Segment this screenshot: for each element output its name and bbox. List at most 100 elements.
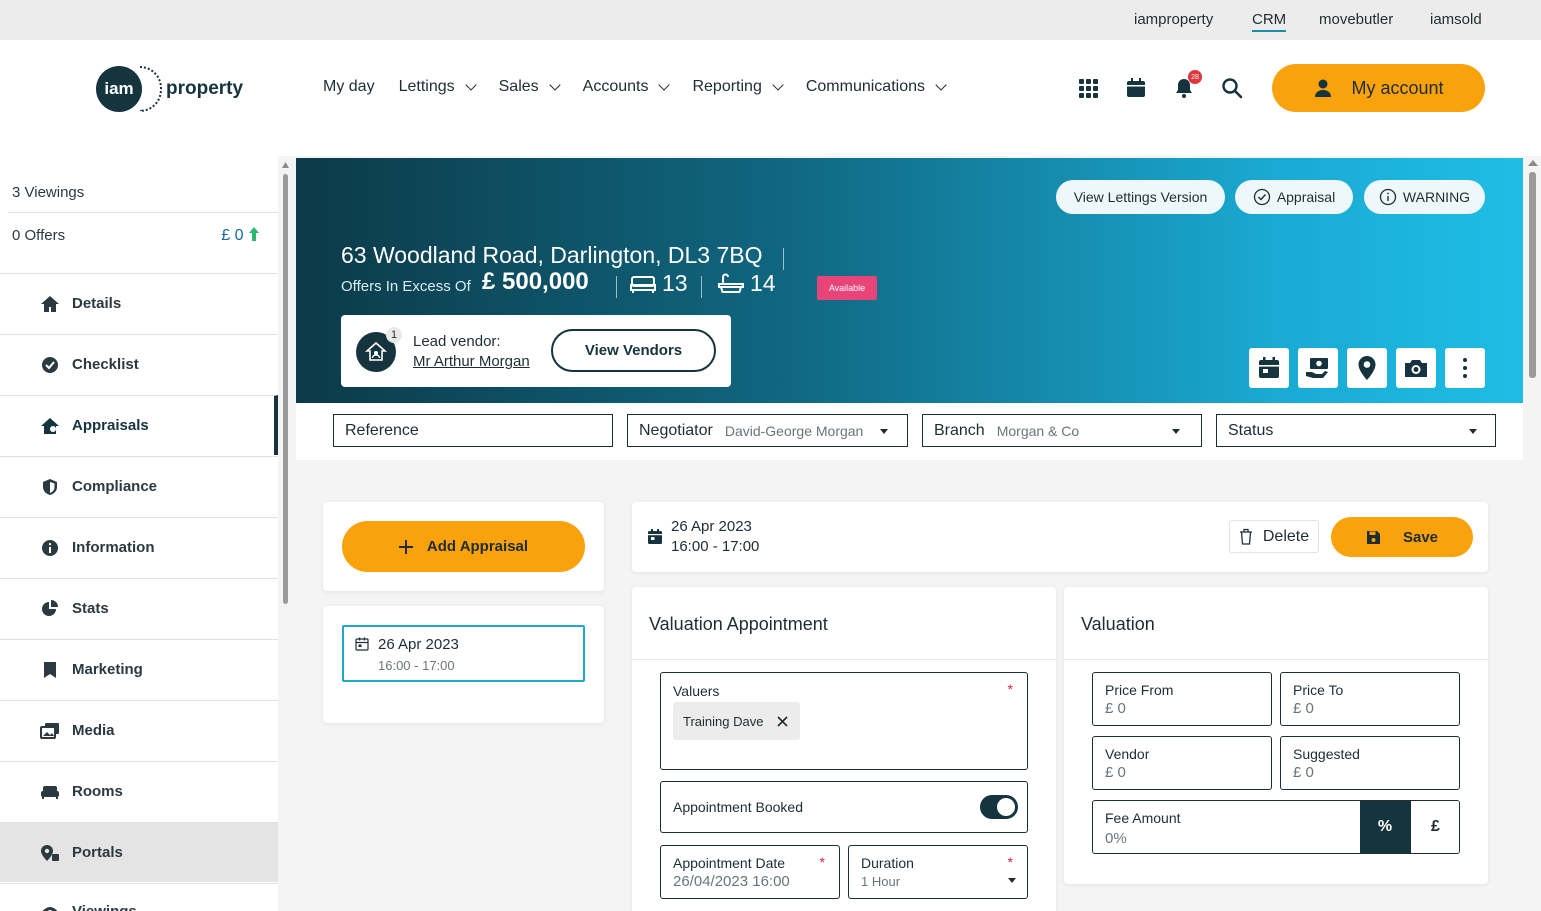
field-label: Fee Amount — [1105, 810, 1181, 826]
search-icon[interactable] — [1220, 76, 1244, 100]
sidebar-item-label: Information — [72, 539, 155, 556]
scrollbar-thumb[interactable] — [1529, 172, 1536, 378]
sidebar-scrollbar[interactable] — [282, 160, 289, 910]
price-from-field[interactable]: Price From £ 0 — [1092, 672, 1272, 726]
more-vertical-icon — [1463, 358, 1467, 378]
sidebar-item-compliance[interactable]: Compliance — [0, 456, 278, 516]
reference-label: Reference — [345, 421, 419, 439]
add-appraisal-button[interactable]: Add Appraisal — [342, 521, 585, 572]
property-address: 63 Woodland Road, Darlington, DL3 7BQ — [341, 242, 763, 268]
my-account-label: My account — [1351, 77, 1444, 98]
chevron-down-icon — [658, 78, 671, 91]
save-button[interactable]: Save — [1331, 517, 1473, 557]
view-vendors-button[interactable]: View Vendors — [551, 329, 716, 372]
sidebar-item-rooms[interactable]: Rooms — [0, 761, 278, 821]
sidebar-item-details[interactable]: Details — [0, 273, 278, 333]
fee-percent-toggle[interactable]: % — [1360, 801, 1410, 853]
notification-badge: 28 — [1188, 70, 1202, 84]
field-label: Price To — [1293, 682, 1344, 698]
location-button[interactable] — [1347, 348, 1387, 388]
chevron-down-icon — [935, 78, 947, 91]
appraisal-time: 16:00 - 17:00 — [378, 658, 455, 673]
sidebar-item-label: Stats — [72, 600, 109, 617]
offers-count: 0 Offers — [12, 227, 66, 244]
photo-button[interactable] — [1396, 348, 1436, 388]
valuers-field[interactable]: Valuers * Training Dave — [660, 672, 1028, 770]
money-button[interactable] — [1298, 348, 1338, 388]
appraisal-status-button[interactable]: Appraisal — [1235, 180, 1353, 214]
sidebar-item-label: Rooms — [72, 783, 123, 800]
sidebar-item-marketing[interactable]: Marketing — [0, 639, 278, 699]
nav-lettings[interactable]: Lettings — [398, 78, 477, 96]
map-pin-icon — [1358, 356, 1376, 380]
nav-label: Reporting — [692, 78, 762, 95]
bell-icon[interactable]: 28 — [1172, 70, 1202, 100]
lead-vendor-card: 1 Lead vendor: Mr Arthur Morgan View Ven… — [341, 315, 731, 387]
header-icons: 28 — [1076, 70, 1244, 100]
bathrooms: 14 — [718, 270, 776, 297]
logo[interactable]: iam property — [96, 66, 243, 112]
duration-select[interactable]: Duration * 1 Hour — [848, 845, 1028, 899]
status-select[interactable]: Status — [1216, 414, 1496, 447]
sidebar-item-portals[interactable]: Portals — [0, 822, 278, 882]
sidebar-item-label: Checklist — [72, 356, 139, 373]
branch-select[interactable]: Branch Morgan & Co — [922, 414, 1202, 447]
my-account-button[interactable]: My account — [1272, 64, 1485, 112]
field-value: £ 0 — [1105, 764, 1126, 781]
close-icon[interactable] — [777, 715, 789, 727]
bed-icon — [630, 275, 656, 293]
scrollbar-thumb[interactable] — [283, 174, 288, 604]
hand-money-icon — [1306, 358, 1328, 378]
nav-label: Lettings — [398, 78, 455, 95]
calendar-icon[interactable] — [1124, 76, 1148, 100]
top-link-crm[interactable]: CRM — [1252, 11, 1287, 32]
top-link-iamsold[interactable]: iamsold — [1430, 11, 1482, 28]
appraisal-list-item[interactable]: 26 Apr 2023 16:00 - 17:00 — [342, 625, 585, 682]
valuer-chip: Training Dave — [673, 702, 801, 740]
sidebar-item-viewings[interactable]: Viewings — [0, 883, 278, 911]
nav-sales[interactable]: Sales — [499, 78, 561, 96]
nav-communications[interactable]: Communications — [806, 78, 947, 96]
floppy-disk-icon — [1366, 530, 1380, 544]
reference-field[interactable]: Reference — [333, 414, 613, 447]
sidebar-item-media[interactable]: Media — [0, 700, 278, 760]
divider — [632, 659, 1056, 660]
suggested-price-field[interactable]: Suggested £ 0 — [1280, 736, 1460, 790]
warning-button[interactable]: WARNING — [1364, 180, 1485, 214]
fee-amount-field[interactable]: Fee Amount 0% % £ — [1092, 800, 1460, 854]
status-label: Status — [1228, 421, 1274, 439]
vendor-price-field[interactable]: Vendor £ 0 — [1092, 736, 1272, 790]
appointment-header-card: 26 Apr 2023 16:00 - 17:00 Delete Save — [632, 502, 1488, 572]
appointment-date-field[interactable]: Appointment Date * 26/04/2023 16:00 — [660, 845, 840, 899]
more-options-button[interactable] — [1445, 348, 1485, 388]
sidebar-item-checklist[interactable]: Checklist — [0, 334, 278, 394]
appraisal-date: 26 Apr 2023 — [378, 636, 459, 653]
view-lettings-button[interactable]: View Lettings Version — [1056, 180, 1225, 214]
negotiator-value: David-George Morgan — [724, 422, 864, 439]
negotiator-select[interactable]: Negotiator David-George Morgan — [627, 414, 908, 447]
nav-my-day[interactable]: My day — [323, 78, 375, 96]
top-link-iamproperty[interactable]: iamproperty — [1134, 11, 1213, 28]
nav-reporting[interactable]: Reporting — [692, 78, 784, 96]
fee-pound-toggle[interactable]: £ — [1410, 801, 1459, 853]
sidebar-item-information[interactable]: Information — [0, 517, 278, 577]
caret-down-icon — [1172, 429, 1180, 434]
price-to-field[interactable]: Price To £ 0 — [1280, 672, 1460, 726]
page-scrollbar[interactable] — [1527, 156, 1539, 911]
delete-button[interactable]: Delete — [1229, 520, 1319, 553]
plus-icon — [398, 539, 413, 554]
calendar-button[interactable] — [1249, 348, 1289, 388]
price-qualifier: Offers In Excess Of — [341, 278, 471, 295]
lead-vendor-name[interactable]: Mr Arthur Morgan — [413, 353, 530, 370]
sidebar-item-appraisals[interactable]: Appraisals — [0, 395, 278, 455]
sidebar-item-label: Viewings — [72, 903, 137, 911]
top-link-movebutler[interactable]: movebutler — [1319, 11, 1393, 28]
apps-grid-icon[interactable] — [1076, 76, 1100, 100]
nav-accounts[interactable]: Accounts — [583, 78, 671, 96]
camera-icon — [1405, 360, 1427, 377]
appraisal-list-card: 26 Apr 2023 16:00 - 17:00 — [323, 606, 604, 723]
appointment-booked-toggle[interactable] — [980, 795, 1018, 819]
required-marker: * — [1007, 854, 1013, 870]
sidebar-item-stats[interactable]: Stats — [0, 578, 278, 638]
appointment-time: 16:00 - 17:00 — [671, 538, 760, 555]
